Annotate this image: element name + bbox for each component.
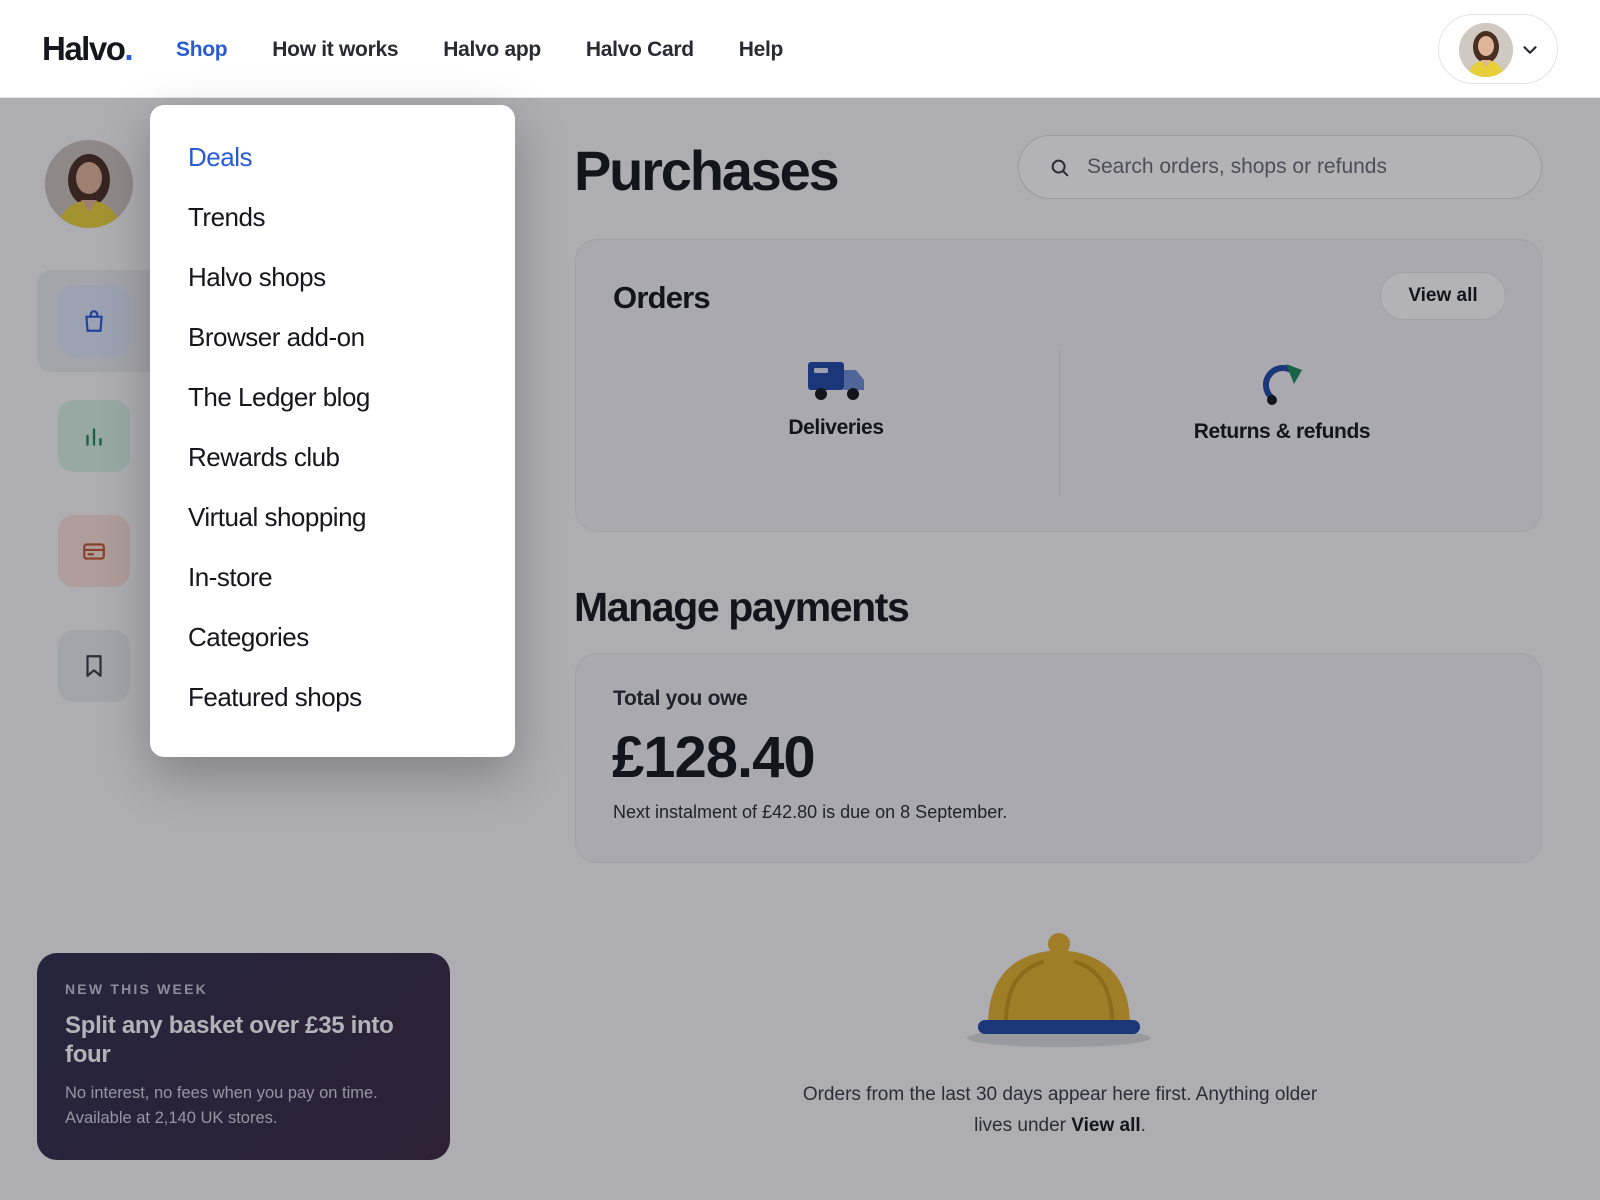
menu-item-rewards-club[interactable]: Rewards club [150,427,515,487]
menu-item-deals[interactable]: Deals [150,127,515,187]
chevron-down-icon [1523,46,1537,54]
menu-item-ledger-blog[interactable]: The Ledger blog [150,367,515,427]
halvo-logo[interactable]: Halvo. [42,30,133,68]
nav-item-halvo-card[interactable]: Halvo Card [586,38,694,62]
main-nav: Shop How it works Halvo app Halvo Card H… [176,38,783,62]
menu-item-halvo-shops[interactable]: Halvo shops [150,247,515,307]
top-header: Halvo. Shop How it works Halvo app Halvo… [0,0,1600,98]
menu-item-featured-shops[interactable]: Featured shops [150,667,515,727]
nav-item-how-it-works[interactable]: How it works [272,38,398,62]
avatar [1459,23,1513,77]
menu-item-browser-add-on[interactable]: Browser add-on [150,307,515,367]
shop-dropdown-menu: Deals Trends Halvo shops Browser add-on … [150,105,515,757]
nav-item-halvo-app[interactable]: Halvo app [443,38,541,62]
menu-item-in-store[interactable]: In-store [150,547,515,607]
account-menu-button[interactable] [1438,14,1558,84]
menu-item-trends[interactable]: Trends [150,187,515,247]
menu-item-virtual-shopping[interactable]: Virtual shopping [150,487,515,547]
nav-item-shop[interactable]: Shop [176,38,228,62]
menu-item-categories[interactable]: Categories [150,607,515,667]
nav-item-help[interactable]: Help [739,38,784,62]
